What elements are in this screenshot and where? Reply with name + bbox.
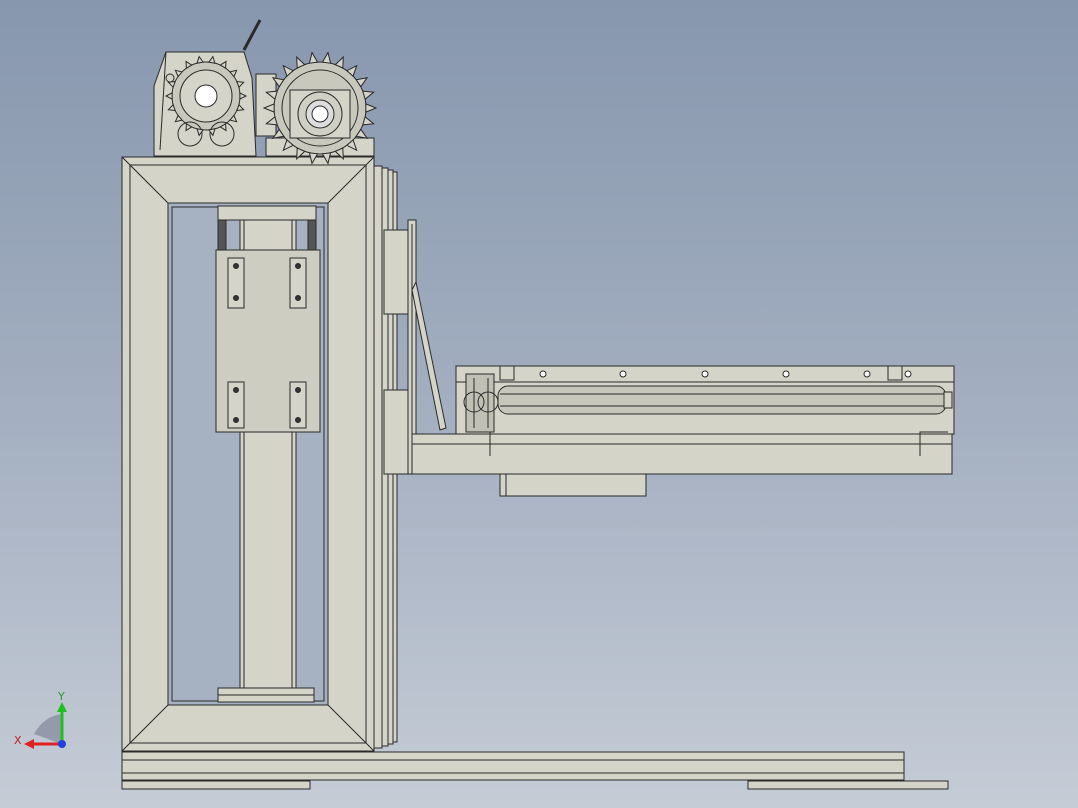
cantilever-arm[interactable] <box>411 433 953 497</box>
gear-motor[interactable] <box>153 19 262 157</box>
graphics-viewport[interactable]: Y X <box>0 0 1078 808</box>
z-axis-dot <box>58 740 66 748</box>
x-axis-label: X <box>14 734 22 747</box>
drive-sprocket-tooth <box>362 90 375 100</box>
drive-sprocket-tooth <box>362 116 375 126</box>
drive-sprocket-tooth <box>365 103 378 113</box>
drive-sprocket-tooth <box>321 51 332 64</box>
base-frame[interactable] <box>121 751 949 790</box>
drive-sprocket-tooth <box>308 51 319 64</box>
slider-block[interactable] <box>215 249 321 433</box>
y-axis-label: Y <box>57 690 65 703</box>
coordinate-triad: Y X <box>14 690 67 749</box>
roller[interactable] <box>497 385 953 415</box>
roller-sprocket[interactable] <box>463 373 499 433</box>
cad-model-view[interactable]: Y X <box>0 0 1078 808</box>
